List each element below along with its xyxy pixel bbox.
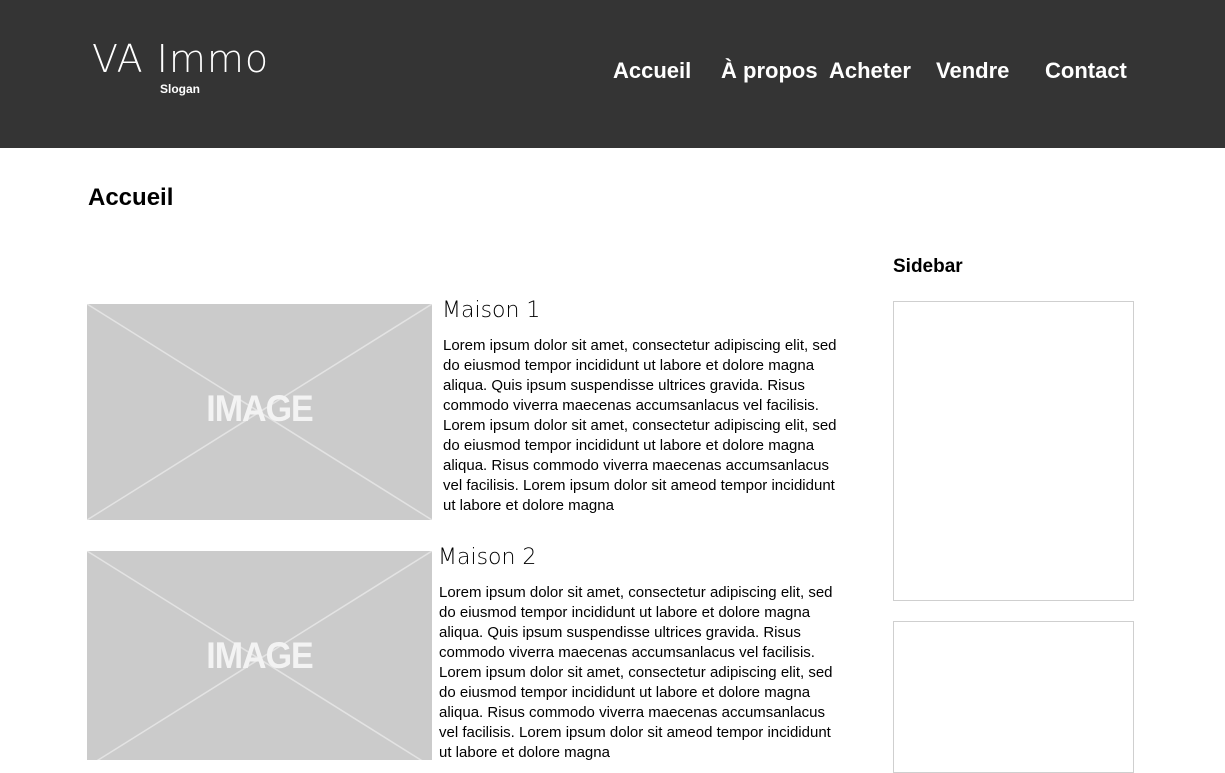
nav-item-contact[interactable]: Contact bbox=[1045, 56, 1127, 86]
card-text: Lorem ipsum dolor sit amet, consectetur … bbox=[443, 337, 837, 514]
card-title[interactable]: Maison 2 bbox=[438, 545, 536, 570]
image-placeholder[interactable]: IMAGE bbox=[87, 304, 432, 520]
nav-item-accueil[interactable]: Accueil bbox=[613, 56, 691, 86]
logo-title: VA Immo bbox=[92, 37, 270, 81]
site-logo[interactable]: VA Immo Slogan bbox=[92, 36, 272, 106]
logo-slogan: Slogan bbox=[160, 82, 201, 96]
nav-item-a-propos[interactable]: À propos bbox=[721, 56, 818, 86]
sidebar-widget bbox=[893, 621, 1134, 773]
nav-item-vendre[interactable]: Vendre bbox=[936, 56, 1009, 86]
image-placeholder-label: IMAGE bbox=[206, 635, 313, 677]
sidebar-title: Sidebar bbox=[893, 256, 963, 277]
sidebar-widget bbox=[893, 301, 1134, 601]
page-title: Accueil bbox=[88, 184, 174, 211]
nav-item-acheter[interactable]: Acheter bbox=[829, 56, 911, 86]
card-title[interactable]: Maison 1 bbox=[442, 298, 540, 323]
image-placeholder-label: IMAGE bbox=[206, 388, 313, 430]
card-text: Lorem ipsum dolor sit amet, consectetur … bbox=[439, 584, 833, 761]
image-placeholder[interactable]: IMAGE bbox=[87, 551, 432, 760]
site-header: VA Immo Slogan Accueil À propos Acheter … bbox=[0, 0, 1225, 148]
